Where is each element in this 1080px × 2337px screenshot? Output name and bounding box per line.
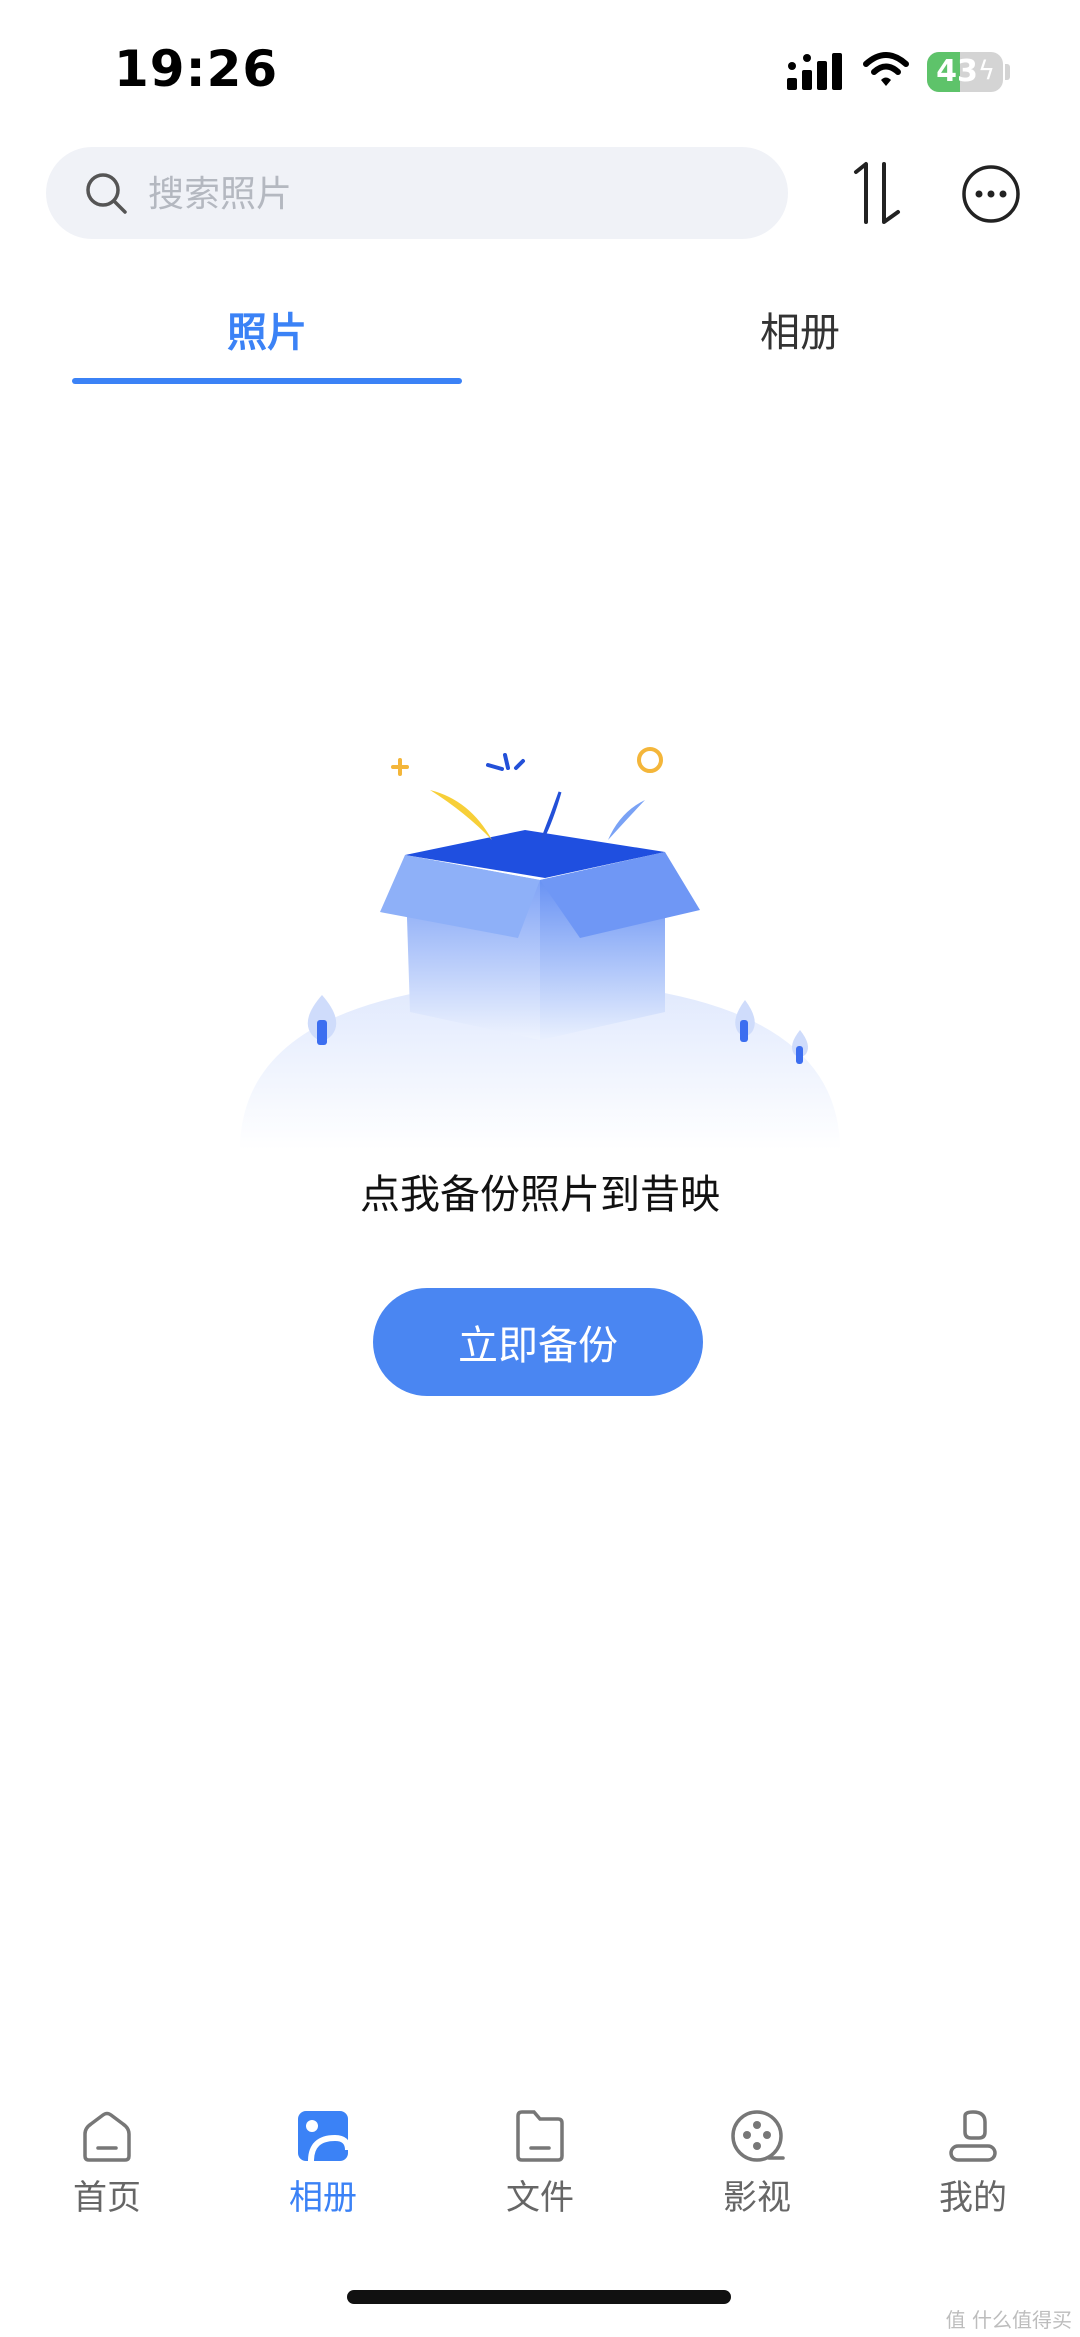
tab-photos[interactable]: 照片 (72, 300, 462, 358)
battery-indicator: 43 ϟ (927, 52, 1003, 92)
empty-box-illustration (240, 747, 840, 1150)
search-bar[interactable] (46, 147, 788, 241)
nav-item-home[interactable]: 首页 (27, 2108, 187, 2219)
status-bar: 19:26 43 ϟ (0, 0, 1080, 130)
battery-cap (1005, 64, 1010, 80)
nav-item-album[interactable]: 相册 (243, 2108, 403, 2219)
charging-icon: ϟ (977, 56, 995, 86)
sort-icon[interactable] (848, 160, 908, 226)
wifi-icon (863, 52, 909, 86)
home-icon (83, 2111, 131, 2162)
nav-label-video: 影视 (723, 2178, 791, 2218)
empty-state-message: 点我备份照片到昔映 (360, 1172, 720, 1218)
film-reel-icon (731, 2110, 785, 2162)
watermark: 值 什么值得买 (945, 2308, 1072, 2332)
nav-label-album: 相册 (289, 2178, 357, 2218)
nav-item-file[interactable]: 文件 (460, 2108, 620, 2219)
active-tab-indicator (72, 378, 462, 384)
profile-icon (949, 2110, 997, 2162)
tab-albums[interactable]: 相册 (605, 300, 995, 358)
status-time: 19:26 (114, 40, 279, 98)
file-icon (516, 2110, 564, 2162)
nav-item-profile[interactable]: 我的 (893, 2108, 1053, 2219)
home-indicator (347, 2290, 731, 2304)
search-icon (86, 173, 127, 214)
nav-label-home: 首页 (73, 2178, 141, 2218)
more-options-icon[interactable] (961, 164, 1021, 224)
nav-label-file: 文件 (506, 2178, 574, 2218)
cellular-signal-icon (787, 53, 842, 90)
backup-now-button[interactable]: 立即备份 (373, 1288, 703, 1396)
nav-label-profile: 我的 (939, 2178, 1007, 2218)
search-input[interactable] (146, 147, 750, 241)
album-icon (298, 2111, 351, 2162)
nav-item-video[interactable]: 影视 (677, 2108, 837, 2219)
